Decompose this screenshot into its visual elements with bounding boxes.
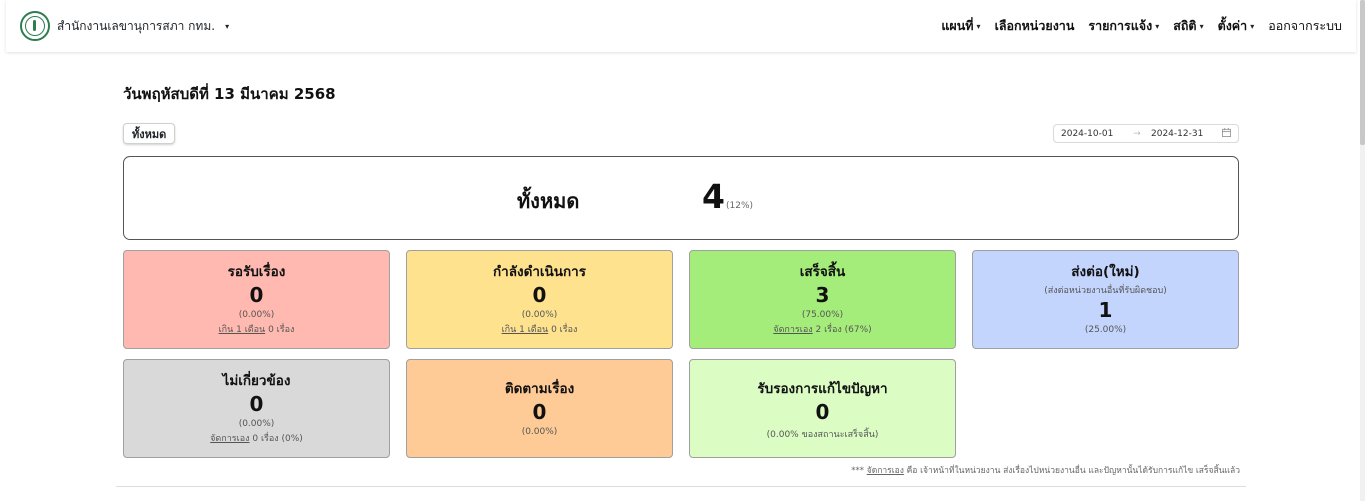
caret-down-icon: ▾	[976, 22, 981, 31]
bma-logo-icon	[20, 11, 50, 41]
card-value: 0	[532, 283, 547, 307]
status-card-pending[interactable]: รอรับเรื่อง 0 (0.00%) เกิน 1 เดือน 0 เรื…	[123, 250, 390, 349]
card-value: 0	[249, 392, 264, 416]
calendar-icon[interactable]	[1222, 127, 1231, 140]
nav-item-statistics[interactable]: สถิติ ▾	[1173, 16, 1203, 36]
total-summary-card: ทั้งหมด 4 (12%)	[123, 156, 1239, 240]
top-navbar: สำนักงานเลขานุการสภา กทม. ▾ แผนที่ ▾ เลือ…	[6, 0, 1356, 52]
date-range-picker[interactable]: 2024-10-01 → 2024-12-31	[1053, 124, 1239, 143]
card-detail: เกิน 1 เดือน 0 เรื่อง	[501, 325, 578, 335]
page-date-title: วันพฤหัสบดีที่ 13 มีนาคม 2568	[123, 85, 336, 103]
card-title: รอรับเรื่อง	[227, 264, 286, 280]
card-value: 0	[532, 400, 547, 424]
card-title: ไม่เกี่ยวข้อง	[222, 373, 291, 389]
filter-all-button[interactable]: ทั้งหมด	[123, 123, 176, 144]
nav-item-select-agency[interactable]: เลือกหน่วยงาน	[995, 16, 1075, 36]
card-detail: เกิน 1 เดือน 0 เรื่อง	[218, 325, 295, 335]
card-value: 0	[815, 400, 830, 424]
nav-item-settings[interactable]: ตั้งค่า ▾	[1218, 16, 1255, 36]
total-percent: (12%)	[726, 201, 754, 211]
status-card-in-progress[interactable]: กำลังดำเนินการ 0 (0.00%) เกิน 1 เดือน 0 …	[406, 250, 673, 349]
range-start-input[interactable]: 2024-10-01	[1061, 129, 1123, 139]
nav-item-logout[interactable]: ออกจากระบบ	[1268, 16, 1342, 36]
self-handled-link[interactable]: จัดการเอง	[867, 466, 904, 476]
self-handled-link[interactable]: จัดการเอง	[210, 434, 249, 444]
card-title: ติดตามเรื่อง	[504, 381, 575, 397]
card-value: 0	[249, 283, 264, 307]
brand-dropdown[interactable]: สำนักงานเลขานุการสภา กทม. ▾	[20, 11, 229, 41]
caret-down-icon: ▾	[225, 21, 230, 31]
footnote: *** จัดการเอง คือ เจ้าหน้าที่ในหน่วยงาน …	[851, 466, 1240, 476]
nav-item-reports[interactable]: รายการแจ้ง ▾	[1088, 16, 1159, 36]
total-value: 4	[702, 177, 725, 216]
over-one-month-link[interactable]: เกิน 1 เดือน	[219, 325, 266, 335]
caret-down-icon: ▾	[1250, 22, 1255, 31]
total-label: ทั้งหมด	[517, 189, 580, 213]
card-detail: จัดการเอง 2 เรื่อง (67%)	[773, 325, 872, 335]
caret-down-icon: ▾	[1199, 22, 1204, 31]
card-detail: จัดการเอง 0 เรื่อง (0%)	[210, 434, 303, 444]
caret-down-icon: ▾	[1155, 22, 1160, 31]
status-card-certify[interactable]: รับรองการแก้ไขปัญหา 0 (0.00% ของสถานะเสร…	[689, 359, 956, 458]
self-handled-link[interactable]: จัดการเอง	[773, 325, 812, 335]
card-title: ส่งต่อ(ใหม่)	[1071, 264, 1140, 280]
status-card-forwarded[interactable]: ส่งต่อ(ใหม่) (ส่งต่อหน่วยงานอื่นที่รับผิ…	[972, 250, 1239, 349]
page-scrollbar[interactable]	[1360, 0, 1365, 501]
card-percent: (25.00%)	[1084, 325, 1127, 335]
range-end-input[interactable]: 2024-12-31	[1151, 129, 1209, 139]
arrow-right-icon: →	[1133, 128, 1141, 139]
brand-name: สำนักงานเลขานุการสภา กทม.	[57, 18, 216, 33]
scrollbar-thumb[interactable]	[1360, 0, 1365, 145]
status-card-done[interactable]: เสร็จสิ้น 3 (75.00%) จัดการเอง 2 เรื่อง …	[689, 250, 956, 349]
card-subtitle: (ส่งต่อหน่วยงานอื่นที่รับผิดชอบ)	[1044, 286, 1167, 296]
card-percent: (0.00%)	[238, 310, 275, 320]
card-value: 3	[815, 283, 830, 307]
status-card-irrelevant[interactable]: ไม่เกี่ยวข้อง 0 (0.00%) จัดการเอง 0 เรื่…	[123, 359, 390, 458]
card-percent: (0.00%)	[521, 427, 558, 437]
card-percent: (75.00%)	[801, 310, 844, 320]
card-percent: (0.00%)	[238, 419, 275, 429]
card-title: กำลังดำเนินการ	[492, 264, 587, 280]
nav-menu: แผนที่ ▾ เลือกหน่วยงาน รายการแจ้ง ▾ สถิติ ▾…	[941, 16, 1342, 36]
card-percent: (0.00% ของสถานะเสร็จสิ้น)	[766, 430, 879, 440]
status-card-follow-up[interactable]: ติดตามเรื่อง 0 (0.00%)	[406, 359, 673, 458]
nav-item-map[interactable]: แผนที่ ▾	[941, 16, 980, 36]
divider	[116, 486, 1246, 487]
card-title: เสร็จสิ้น	[799, 264, 846, 280]
over-one-month-link[interactable]: เกิน 1 เดือน	[502, 325, 549, 335]
card-percent: (0.00%)	[521, 310, 558, 320]
card-title: รับรองการแก้ไขปัญหา	[757, 381, 888, 397]
card-value: 1	[1098, 298, 1113, 322]
